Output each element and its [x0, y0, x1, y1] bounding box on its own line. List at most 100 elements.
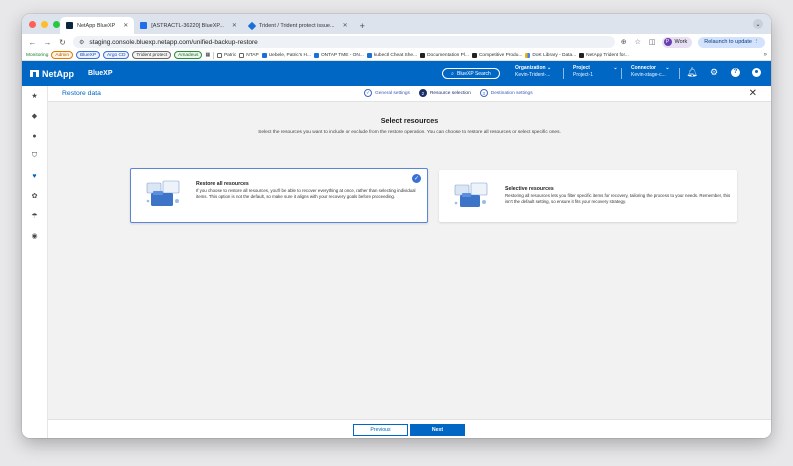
- option-title: Selective resources: [505, 186, 554, 192]
- browser-window: NetApp BlueXP ✕ [ASTRACTL-36220] BlueXP.…: [22, 14, 771, 438]
- storage-icon[interactable]: ◆: [31, 112, 39, 120]
- maximize-window-button[interactable]: [53, 21, 60, 28]
- protection-icon[interactable]: ♥: [31, 172, 39, 180]
- bookmark-documentation[interactable]: Documentation Pl...: [420, 52, 469, 58]
- netapp-icon: [420, 52, 426, 58]
- project-label: Project: [573, 65, 590, 71]
- organization-value: Kevin-Trident-...: [515, 72, 551, 78]
- netapp-logo-icon: [30, 70, 39, 77]
- bookmark-label: kubectl Cheat She...: [373, 52, 418, 58]
- extensions-icon[interactable]: ◫: [649, 38, 656, 46]
- folder-icon: [239, 52, 245, 58]
- bookmark-star-icon[interactable]: ☆: [635, 38, 641, 46]
- close-icon[interactable]: ✕: [749, 88, 757, 99]
- bookmark-kubectl[interactable]: kubectl Cheat She...: [366, 52, 418, 58]
- site-settings-icon[interactable]: ⚙: [79, 39, 84, 46]
- window-controls: [29, 21, 60, 28]
- shield-icon[interactable]: ⛉: [31, 152, 39, 160]
- browser-tab-trident[interactable]: Trident / Trident protect issue... ✕: [243, 17, 354, 34]
- star-icon[interactable]: ★: [31, 92, 39, 100]
- bookmark-folder-patric[interactable]: Patric: [216, 52, 236, 58]
- connector-value: Kevin-stage-c...: [631, 72, 666, 78]
- netapp-favicon-icon: [66, 22, 73, 29]
- bookmark-divider: [212, 51, 214, 59]
- bookmark-monitoring[interactable]: Monitoring: [26, 53, 48, 58]
- connector-selector[interactable]: Connector ⌄ Kevin-stage-c...: [631, 65, 670, 79]
- bookmarks-overflow-icon[interactable]: »: [764, 52, 767, 58]
- close-tab-icon[interactable]: ✕: [343, 22, 348, 29]
- user-icon[interactable]: [752, 67, 761, 77]
- content-area: Restore data ✓ General settings 2 Resour…: [48, 86, 771, 438]
- relaunch-button[interactable]: Relaunch to update ⋮: [698, 36, 765, 48]
- address-bar[interactable]: ⚙ staging.console.bluexp.netapp.com/unif…: [73, 36, 615, 48]
- header-divider: [563, 68, 564, 79]
- selective-resources-card[interactable]: Selective resources Restoring all resour…: [439, 170, 737, 222]
- tab-search-chevron-icon[interactable]: ⌄: [753, 19, 763, 29]
- step-resource-selection[interactable]: 2 Resource selection: [418, 89, 471, 97]
- step-label: General settings: [375, 90, 410, 96]
- trident-favicon-icon: [247, 21, 257, 30]
- bookmark-bluexp[interactable]: BlueXP: [76, 51, 101, 59]
- apps-grid-icon[interactable]: ▦: [205, 53, 210, 58]
- bookmark-label: NetApp Trident for...: [586, 52, 629, 58]
- step-destination-settings[interactable]: 3 Destination settings: [479, 89, 533, 97]
- toolbar-icons: ⊕ ☆ ◫: [621, 38, 656, 46]
- step-number: 3: [479, 89, 488, 97]
- bookmark-amadeus[interactable]: Amadeus: [174, 51, 203, 59]
- kubernetes-icon: [366, 52, 372, 58]
- netapp-icon: [471, 52, 477, 58]
- search-icon: ⌕: [451, 70, 454, 77]
- browser-tab-bluexp[interactable]: NetApp BlueXP ✕: [60, 17, 135, 34]
- bookmarks-bar: Monitoring Admin BlueXP Argo CD Trident …: [22, 50, 771, 61]
- bookmark-admin[interactable]: Admin: [51, 51, 74, 59]
- help-icon[interactable]: ?: [731, 67, 740, 77]
- reload-icon[interactable]: ↻: [58, 38, 67, 47]
- organization-selector[interactable]: Organization ⌄ Kevin-Trident-...: [515, 65, 551, 79]
- zoom-icon[interactable]: ⊕: [621, 38, 627, 46]
- extensions-icon[interactable]: ◉: [31, 232, 39, 240]
- tab-title: NetApp BlueXP: [77, 22, 116, 29]
- netapp-logo[interactable]: NetApp: [30, 69, 74, 79]
- previous-button[interactable]: Previous: [353, 424, 408, 436]
- back-arrow-icon[interactable]: ←: [28, 38, 37, 47]
- tabs: NetApp BlueXP ✕ [ASTRACTL-36220] BlueXP.…: [60, 17, 371, 34]
- bookmark-netapp-trident[interactable]: NetApp Trident for...: [579, 52, 629, 58]
- governance-icon[interactable]: ✿: [31, 192, 39, 200]
- chevron-down-icon: ⌄: [613, 65, 618, 71]
- selective-illustration-icon: [454, 182, 488, 207]
- bluexp-search-button[interactable]: ⌕ BlueXP Search: [442, 68, 500, 79]
- bookmark-argocd[interactable]: Argo CD: [103, 51, 130, 59]
- restore-all-illustration-icon: [146, 180, 180, 206]
- bookmark-uebele[interactable]: Uebele, Patric's H...: [261, 52, 311, 58]
- chevron-down-icon: ⌄: [546, 65, 552, 71]
- close-window-button[interactable]: [29, 21, 36, 28]
- wizard-footer: Previous Next: [48, 419, 771, 438]
- bell-icon[interactable]: 🔔︎: [686, 67, 697, 77]
- header-divider: [621, 68, 622, 79]
- trident-icon: [313, 52, 319, 58]
- bookmark-ontap-tme[interactable]: ONTAP TME - ON...: [313, 52, 364, 58]
- close-tab-icon[interactable]: ✕: [232, 22, 237, 29]
- bookmark-trident-protect[interactable]: Trident protect: [132, 51, 172, 59]
- minimize-window-button[interactable]: [41, 21, 48, 28]
- project-value: Project-1: [573, 72, 594, 78]
- mobility-icon[interactable]: ☂: [31, 212, 39, 220]
- bookmark-competitive[interactable]: Competitive Produ...: [471, 52, 522, 58]
- browser-toolbar: ← → ↻ ⚙ staging.console.bluexp.netapp.co…: [22, 34, 771, 50]
- browser-tab-jira[interactable]: [ASTRACTL-36220] BlueXP... ✕: [134, 17, 243, 34]
- forward-arrow-icon[interactable]: →: [43, 38, 52, 47]
- close-tab-icon[interactable]: ✕: [123, 22, 128, 29]
- next-button[interactable]: Next: [410, 424, 465, 436]
- bookmark-folder-ntap[interactable]: NTAP: [239, 52, 259, 58]
- new-tab-button[interactable]: +: [354, 17, 371, 34]
- gear-icon[interactable]: ⚙: [709, 67, 719, 77]
- option-description: Restoring all resources lets you filter …: [505, 193, 731, 205]
- jira-favicon-icon: [140, 22, 148, 29]
- project-selector[interactable]: Project ⌄ Project-1: [573, 65, 618, 79]
- health-icon[interactable]: ●: [31, 132, 39, 140]
- restore-all-resources-card[interactable]: Restore all resources If you choose to r…: [130, 168, 428, 223]
- step-general-settings[interactable]: ✓ General settings: [364, 89, 410, 97]
- bookmark-dok-library[interactable]: DoK Library - Data...: [525, 52, 576, 58]
- profile-button[interactable]: P Work: [661, 36, 693, 48]
- app-header: NetApp BlueXP ⌕ BlueXP Search Organizati…: [22, 61, 771, 86]
